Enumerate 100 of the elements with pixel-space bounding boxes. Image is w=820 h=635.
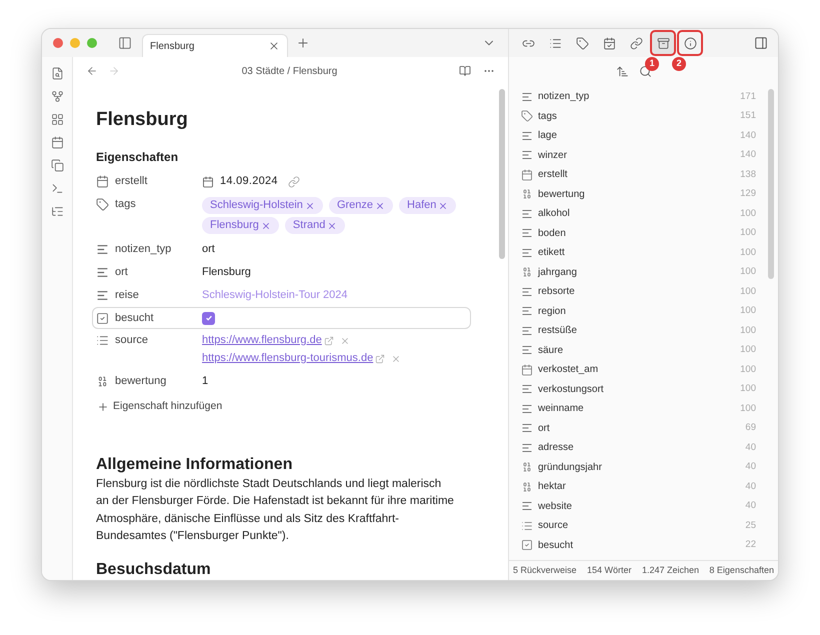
property-list-item[interactable]: säure 100 [521, 340, 756, 360]
property-list-item[interactable]: weinname 100 [521, 399, 756, 418]
property-name[interactable]: tags [115, 196, 136, 212]
binary-icon [521, 480, 533, 493]
property-name[interactable]: reise [115, 288, 139, 302]
property-list-item[interactable]: tags 151 [521, 106, 756, 126]
breadcrumb[interactable]: 03 Städte / Flensburg [120, 64, 459, 78]
text-lines-icon [521, 402, 533, 415]
property-list-item[interactable]: source 25 [521, 516, 756, 536]
fork-icon[interactable] [50, 90, 64, 103]
file-search-icon[interactable] [50, 67, 64, 80]
property-list-item[interactable]: alkohol 100 [521, 204, 756, 224]
tag-pill[interactable]: Strand [284, 217, 346, 234]
sidebar-toggle-icon[interactable] [118, 36, 132, 50]
text-lines-icon [521, 246, 533, 259]
property-list-item[interactable]: adresse 40 [521, 438, 756, 458]
text-lines-icon [521, 90, 533, 103]
close-icon[interactable] [268, 40, 280, 52]
property-list-item[interactable]: verkostet_am 100 [521, 360, 756, 380]
remove-icon[interactable] [438, 200, 448, 210]
remove-icon[interactable] [304, 200, 315, 210]
external-link[interactable]: https://www.flensburg-tourismus.de [202, 351, 374, 366]
tag-pill[interactable]: Hafen [399, 197, 456, 214]
text-lines-icon [521, 422, 533, 434]
external-link-icon [324, 336, 334, 346]
property-row[interactable]: reise Schleswig-Holstein-Tour 2024 [92, 284, 471, 307]
property-list-item[interactable]: winzer 140 [521, 146, 756, 165]
property-row[interactable]: source https://www.flensburg.de https://www.flensburg-tourismus.de [92, 329, 471, 370]
property-list-item[interactable]: gründungsjahr 40 [521, 458, 756, 477]
remove-icon[interactable] [260, 220, 271, 230]
calendar-icon[interactable] [50, 136, 64, 149]
copy-icon[interactable] [50, 159, 64, 172]
property-list-item[interactable]: etikett 100 [521, 243, 756, 262]
property-list-item[interactable]: hektar 40 [521, 477, 756, 496]
new-tab-icon[interactable] [296, 36, 310, 50]
property-list-item[interactable]: website 40 [521, 496, 756, 516]
property-row[interactable]: ort Flensburg [92, 261, 471, 284]
remove-icon[interactable] [375, 200, 386, 210]
property-list-item[interactable]: erstellt 138 [521, 165, 756, 184]
calendar-icon [202, 176, 214, 188]
property-list-item[interactable]: lage 140 [521, 126, 756, 146]
tag-pill[interactable]: Schleswig-Holstein [202, 197, 323, 214]
status-item: 8 Eigenschaften [709, 564, 774, 577]
status-item: 154 Wörter [586, 564, 632, 577]
list-tree-icon[interactable] [50, 205, 64, 218]
toolbar-button[interactable] [652, 32, 674, 54]
plus-icon[interactable] [97, 400, 109, 413]
property-list-item[interactable]: boden 100 [521, 224, 756, 243]
property-name[interactable]: besucht [115, 310, 154, 326]
property-name[interactable]: notizen_typ [115, 242, 172, 256]
property-list-item[interactable]: rebsorte 100 [521, 282, 756, 302]
close-window-button[interactable] [53, 38, 63, 48]
tag-icon [576, 36, 588, 50]
date-value[interactable]: 14.09.2024 [220, 174, 278, 189]
text-lines-icon [521, 500, 533, 512]
binary-icon [521, 461, 533, 474]
text-lines-icon [96, 288, 109, 302]
info-icon [684, 36, 696, 50]
book-icon[interactable] [459, 65, 471, 77]
grid-icon[interactable] [50, 113, 64, 126]
checkbox-icon [96, 312, 109, 324]
property-list-item[interactable]: ort 69 [521, 418, 756, 438]
property-list-item[interactable]: region 100 [521, 302, 756, 321]
terminal-icon[interactable] [50, 182, 64, 195]
remove-icon[interactable] [327, 220, 338, 230]
checkbox[interactable] [202, 312, 215, 324]
note-tab[interactable]: Flensburg [142, 34, 288, 57]
calendar-icon [96, 174, 109, 188]
search-icon[interactable] [638, 64, 652, 78]
property-name[interactable]: ort [115, 264, 128, 280]
toolbar-button[interactable] [679, 32, 701, 54]
sidebar-toggle-icon[interactable] [754, 36, 768, 50]
property-row[interactable]: erstellt 14.09.2024 [92, 170, 471, 193]
section-heading: Allgemeine Informationen [96, 454, 294, 475]
sort-icon[interactable] [616, 64, 628, 78]
property-list-item[interactable]: besucht 22 [521, 536, 756, 555]
property-row[interactable]: besucht [92, 307, 471, 329]
property-row[interactable]: notizen_typ ort [92, 238, 471, 261]
property-list-item[interactable]: restsüße 100 [521, 321, 756, 340]
property-name[interactable]: bewertung [115, 374, 166, 388]
property-value: Flensburg [202, 265, 251, 280]
section-heading: Besuchsdatum [96, 560, 212, 580]
property-list-item[interactable]: jahrgang 100 [521, 262, 756, 282]
property-list-item[interactable]: notizen_typ 171 [521, 87, 756, 106]
property-name[interactable]: source [115, 332, 148, 348]
tag-pill[interactable]: Grenze [328, 197, 394, 214]
property-name[interactable]: erstellt [115, 174, 148, 188]
add-property-link[interactable]: Eigenschaft hinzufügen [113, 399, 222, 415]
scrollbar-thumb[interactable] [499, 89, 505, 259]
tag-pill[interactable]: Flensburg [202, 217, 279, 234]
annotation-badge: 1 [645, 57, 659, 71]
property-list-item[interactable]: bewertung 129 [521, 184, 756, 204]
scrollbar-thumb[interactable] [768, 89, 774, 279]
property-row[interactable]: bewertung 1 [92, 370, 471, 393]
external-link[interactable]: https://www.flensburg.de [202, 333, 322, 348]
back-arrow-icon[interactable] [86, 65, 98, 77]
text-lines-icon [521, 227, 533, 240]
property-row[interactable]: tags Schleswig-Holstein Grenze Hafen Flensburg Strand [92, 193, 471, 238]
property-list-item[interactable]: verkostungsort 100 [521, 380, 756, 399]
link-icon[interactable] [288, 176, 300, 188]
